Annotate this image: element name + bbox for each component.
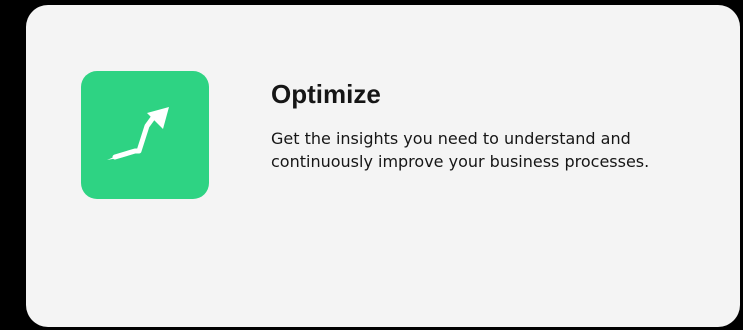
feature-card: Optimize Get the insights you need to un… xyxy=(26,5,740,327)
card-description: Get the insights you need to understand … xyxy=(271,129,650,171)
card-title: Optimize xyxy=(271,79,381,109)
optimize-icon-tile xyxy=(81,71,209,199)
trending-up-arrow-icon xyxy=(107,107,169,160)
